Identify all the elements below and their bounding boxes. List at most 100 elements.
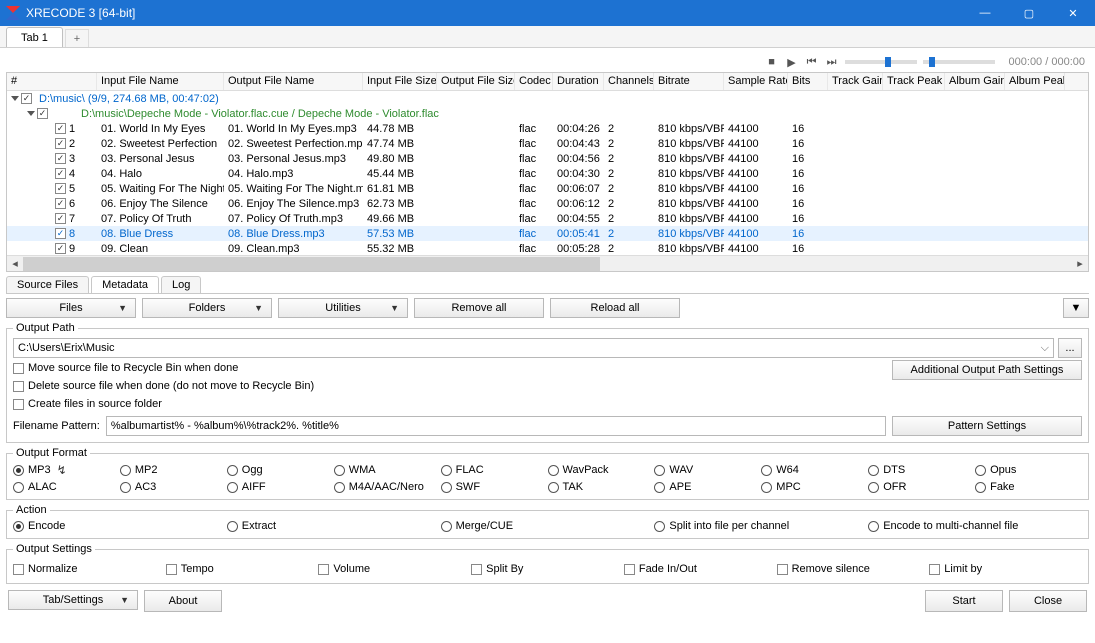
stop-icon[interactable]: ■ [765, 55, 779, 69]
checkbox-icon[interactable] [929, 564, 940, 575]
action-option[interactable]: Encode to multi-channel file [868, 520, 1082, 532]
col-codec[interactable]: Codec [515, 73, 553, 90]
col-bitrate[interactable]: Bitrate [654, 73, 724, 90]
col-track-peak[interactable]: Track Peak [883, 73, 945, 90]
col-input-file[interactable]: Input File Name [97, 73, 224, 90]
pattern-settings-button[interactable]: Pattern Settings [892, 416, 1082, 436]
format-option-alac[interactable]: ALAC [13, 481, 120, 493]
maximize-button[interactable]: ▢ [1007, 0, 1051, 26]
row-checkbox[interactable] [55, 153, 66, 164]
seek-slider[interactable] [845, 60, 917, 64]
col-album-gain[interactable]: Album Gain [945, 73, 1005, 90]
volume-slider[interactable] [923, 60, 995, 64]
files-dropdown[interactable]: Files▼ [6, 298, 136, 318]
tree-root[interactable]: D:\music\ (9/9, 274.68 MB, 00:47:02) [7, 91, 1088, 106]
row-checkbox[interactable] [55, 198, 66, 209]
tab-metadata[interactable]: Metadata [91, 276, 159, 293]
action-option[interactable]: Encode [13, 520, 227, 532]
col-output-size[interactable]: Output File Size [437, 73, 515, 90]
col-bits[interactable]: Bits [788, 73, 828, 90]
checkbox-icon[interactable] [166, 564, 177, 575]
reload-all-button[interactable]: Reload all [550, 298, 680, 318]
table-row[interactable]: 505. Waiting For The Night05. Waiting Fo… [7, 181, 1088, 196]
tab-settings-dropdown[interactable]: Tab/Settings▼ [8, 590, 138, 610]
expand-icon[interactable] [11, 96, 19, 101]
setting-option[interactable]: Remove silence [777, 561, 930, 577]
next-track-icon[interactable]: ⏭ [825, 55, 839, 69]
format-option-fake[interactable]: Fake [975, 481, 1082, 493]
folders-dropdown[interactable]: Folders▼ [142, 298, 272, 318]
start-button[interactable]: Start [925, 590, 1003, 612]
remove-all-button[interactable]: Remove all [414, 298, 544, 318]
col-channels[interactable]: Channels [604, 73, 654, 90]
setting-option[interactable]: Limit by [929, 561, 1082, 577]
format-option-wavpack[interactable]: WavPack [548, 463, 655, 477]
format-option-w64[interactable]: W64 [761, 463, 868, 477]
table-row[interactable]: 101. World In My Eyes01. World In My Eye… [7, 121, 1088, 136]
close-button[interactable]: Close [1009, 590, 1087, 612]
format-option-flac[interactable]: FLAC [441, 463, 548, 477]
checkbox-icon[interactable] [624, 564, 635, 575]
format-option-swf[interactable]: SWF [441, 481, 548, 493]
format-option-m4aaacnero[interactable]: M4A/AAC/Nero [334, 481, 441, 493]
table-row[interactable]: 606. Enjoy The Silence06. Enjoy The Sile… [7, 196, 1088, 211]
horizontal-scrollbar[interactable]: ◂ ▸ [7, 255, 1088, 271]
action-option[interactable]: Split into file per channel [654, 520, 868, 532]
col-output-file[interactable]: Output File Name [224, 73, 363, 90]
setting-option[interactable]: Fade In/Out [624, 561, 777, 577]
setting-option[interactable]: Split By [471, 561, 624, 577]
output-path-input[interactable]: C:\Users\Erix\Music ⌵ [13, 338, 1054, 358]
checkbox-icon[interactable] [471, 564, 482, 575]
table-row[interactable]: 404. Halo04. Halo.mp345.44 MBflac00:04:3… [7, 166, 1088, 181]
col-duration[interactable]: Duration [553, 73, 604, 90]
tab-log[interactable]: Log [161, 276, 201, 293]
tree-cue[interactable]: D:\music\Depeche Mode - Violator.flac.cu… [7, 106, 1088, 121]
format-option-ofr[interactable]: OFR [868, 481, 975, 493]
play-icon[interactable]: ▶ [785, 55, 799, 69]
row-checkbox[interactable] [21, 93, 32, 104]
checkbox-icon[interactable] [777, 564, 788, 575]
expand-icon[interactable] [27, 111, 35, 116]
format-option-wav[interactable]: WAV [654, 463, 761, 477]
format-option-mp3[interactable]: MP3↯ [13, 463, 120, 477]
col-number[interactable]: # [7, 73, 97, 90]
scroll-left-icon[interactable]: ◂ [7, 257, 23, 270]
minimize-button[interactable]: ― [963, 0, 1007, 26]
tab-source-files[interactable]: Source Files [6, 276, 89, 293]
checkbox-icon[interactable] [13, 564, 24, 575]
format-option-aiff[interactable]: AIFF [227, 481, 334, 493]
add-tab-button[interactable]: + [65, 29, 89, 47]
format-option-mpc[interactable]: MPC [761, 481, 868, 493]
delete-source-checkbox[interactable] [13, 381, 24, 392]
setting-option[interactable]: Tempo [166, 561, 319, 577]
action-option[interactable]: Extract [227, 520, 441, 532]
create-in-source-checkbox[interactable] [13, 399, 24, 410]
utilities-dropdown[interactable]: Utilities▼ [278, 298, 408, 318]
table-row[interactable]: 707. Policy Of Truth07. Policy Of Truth.… [7, 211, 1088, 226]
row-checkbox[interactable] [55, 168, 66, 179]
row-checkbox[interactable] [55, 183, 66, 194]
additional-path-settings-button[interactable]: Additional Output Path Settings [892, 360, 1082, 380]
col-track-gain[interactable]: Track Gain [828, 73, 883, 90]
col-sample-rate[interactable]: Sample Rate [724, 73, 788, 90]
table-row[interactable]: 909. Clean09. Clean.mp355.32 MBflac00:05… [7, 241, 1088, 255]
format-option-ac3[interactable]: AC3 [120, 481, 227, 493]
action-option[interactable]: Merge/CUE [441, 520, 655, 532]
table-row[interactable]: 303. Personal Jesus03. Personal Jesus.mp… [7, 151, 1088, 166]
about-button[interactable]: About [144, 590, 222, 612]
format-option-ape[interactable]: APE [654, 481, 761, 493]
row-checkbox[interactable] [55, 123, 66, 134]
format-option-tak[interactable]: TAK [548, 481, 655, 493]
row-checkbox[interactable] [55, 213, 66, 224]
row-checkbox[interactable] [55, 138, 66, 149]
prev-track-icon[interactable]: ⏮ [805, 55, 819, 69]
tab-1[interactable]: Tab 1 [6, 27, 63, 47]
overflow-dropdown[interactable]: ▼ [1063, 298, 1089, 318]
setting-option[interactable]: Normalize [13, 561, 166, 577]
col-album-peak[interactable]: Album Peak [1005, 73, 1065, 90]
chevron-down-icon[interactable]: ⌵ [1041, 342, 1049, 355]
row-checkbox[interactable] [55, 228, 66, 239]
format-option-opus[interactable]: Opus [975, 463, 1082, 477]
table-row[interactable]: 202. Sweetest Perfection02. Sweetest Per… [7, 136, 1088, 151]
row-checkbox[interactable] [55, 243, 66, 254]
